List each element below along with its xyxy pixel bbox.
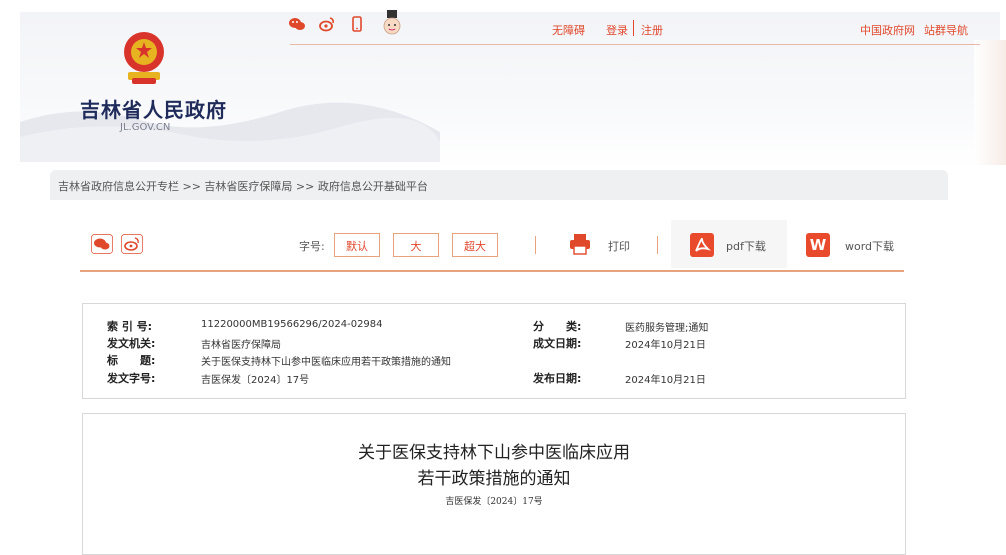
mascot-icon[interactable]: [382, 10, 402, 38]
header-divider: [290, 44, 980, 45]
print-link[interactable]: 打印: [608, 238, 630, 254]
breadcrumb[interactable]: 吉林省政府信息公开专栏 >> 吉林省医疗保障局 >> 政府信息公开基础平台: [58, 178, 428, 194]
accessibility-link[interactable]: 无障碍: [552, 22, 585, 38]
toolbar-separator: [657, 236, 658, 254]
gov-site-link[interactable]: 中国政府网: [860, 22, 915, 38]
mobile-icon[interactable]: [349, 16, 365, 32]
font-size-label: 字号:: [299, 240, 325, 253]
document-number: 吉医保发〔2024〕17号: [445, 497, 543, 507]
publish-date-value: 2024年10月21日: [625, 375, 706, 386]
weibo-icon[interactable]: [319, 16, 335, 32]
emblem-icon[interactable]: [118, 28, 170, 86]
wechat-icon[interactable]: [289, 16, 305, 32]
category-label: 分 类:: [533, 320, 582, 333]
site-name[interactable]: 吉林省人民政府: [80, 94, 227, 123]
register-link[interactable]: 注册: [641, 22, 663, 38]
weibo-share-icon[interactable]: [121, 234, 143, 254]
toolbar-separator: [535, 236, 536, 254]
title-value: 关于医保支持林下山参中医临床应用若干政策措施的通知: [201, 357, 451, 368]
font-default-button[interactable]: 默认: [334, 233, 380, 257]
word-download-link[interactable]: word下载: [845, 238, 894, 254]
document-body: 关于医保支持林下山参中医临床应用 若干政策措施的通知 吉医保发〔2024〕17号: [82, 413, 906, 555]
site-nav-link[interactable]: 站群导航: [924, 22, 968, 38]
document-title-line1: 关于医保支持林下山参中医临床应用: [358, 443, 630, 463]
site-domain: JL.GOV.CN: [120, 122, 171, 133]
print-icon[interactable]: [568, 232, 592, 256]
document-metadata: 索 引 号: 11220000MB19566296/2024-02984 分 类…: [82, 303, 906, 399]
right-decoration: [974, 40, 1006, 165]
doc-number-label: 发文字号:: [107, 372, 156, 385]
header-separator: [633, 20, 634, 36]
written-date-value: 2024年10月21日: [625, 340, 706, 351]
issuer-value: 吉林省医疗保障局: [201, 340, 281, 351]
doc-number-value: 吉医保发〔2024〕17号: [201, 375, 310, 386]
written-date-label: 成文日期:: [533, 337, 582, 350]
header-share-icons: [289, 16, 365, 32]
index-number-value: 11220000MB19566296/2024-02984: [201, 319, 383, 330]
document-toolbar: 字号: 默认 大 超大 打印 pdf下载 W word下载: [80, 220, 904, 272]
pdf-download-button[interactable]: pdf下载: [671, 220, 787, 268]
issuer-label: 发文机关:: [107, 337, 156, 350]
login-link[interactable]: 登录: [606, 22, 628, 38]
category-value: 医药服务管理;通知: [625, 323, 709, 334]
publish-date-label: 发布日期:: [533, 372, 582, 385]
index-number-label: 索 引 号:: [107, 320, 153, 333]
font-large-button[interactable]: 大: [393, 233, 439, 257]
title-label: 标 题:: [107, 354, 156, 367]
pdf-icon: [690, 233, 714, 257]
font-xlarge-button[interactable]: 超大: [452, 233, 498, 257]
pdf-download-label: pdf下载: [726, 240, 766, 253]
document-title-line2: 若干政策措施的通知: [417, 469, 571, 489]
word-icon[interactable]: W: [806, 233, 830, 257]
wechat-share-icon[interactable]: [91, 234, 113, 254]
